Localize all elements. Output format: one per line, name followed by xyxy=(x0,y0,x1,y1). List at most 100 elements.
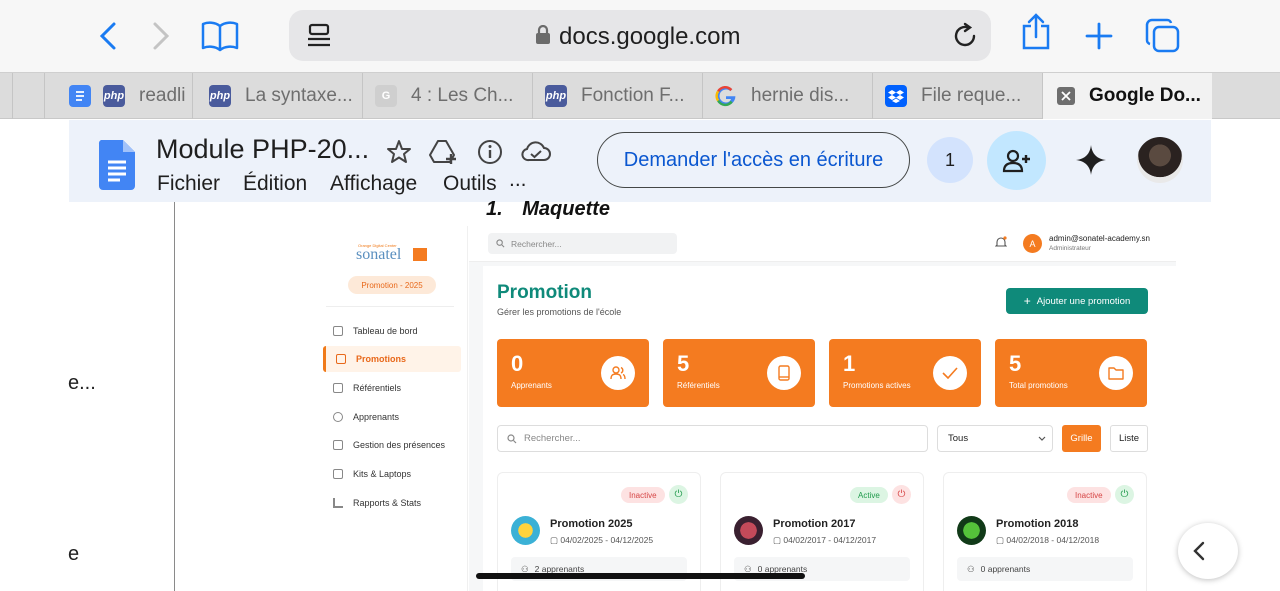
sidebar-item-referentiels[interactable]: Référentiels xyxy=(323,375,461,401)
search-placeholder: Rechercher... xyxy=(511,238,562,249)
tab-label: readli xyxy=(139,85,186,106)
promotion-dates: ▢ 04/02/2025 - 04/12/2025 xyxy=(550,535,653,546)
close-icon[interactable] xyxy=(1057,87,1075,105)
promotion-pill: Promotion - 2025 xyxy=(348,276,436,294)
new-tab-button[interactable] xyxy=(1081,18,1117,54)
promotion-logo xyxy=(511,516,540,545)
search-icon xyxy=(496,239,505,248)
power-icon[interactable]: ⏻ xyxy=(669,485,688,504)
request-edit-access-button[interactable]: Demander l'accès en écriture xyxy=(597,132,910,188)
docs-header: Module PHP-20... Fichier Édition Afficha… xyxy=(69,120,1211,202)
bell-icon[interactable] xyxy=(994,236,1008,254)
sidebar-item-kits[interactable]: Kits & Laptops xyxy=(323,461,461,487)
promotion-dates: ▢ 04/02/2017 - 04/12/2017 xyxy=(773,535,876,546)
collapse-button[interactable] xyxy=(1178,523,1238,579)
top-search-input[interactable]: Rechercher... xyxy=(488,233,677,254)
doc-title[interactable]: Module PHP-20... xyxy=(156,134,369,165)
tab-edge xyxy=(12,73,44,119)
promotion-card[interactable]: Inactive ⏻ Promotion 2018 ▢ 04/02/2018 -… xyxy=(943,472,1147,591)
star-icon[interactable] xyxy=(386,139,412,170)
user-email: admin@sonatel-academy.sn xyxy=(1049,234,1150,243)
url-text: docs.google.com xyxy=(559,23,741,50)
tab-readme[interactable]: php readli xyxy=(44,73,192,119)
info-icon[interactable] xyxy=(477,139,503,170)
sidebar-item-apprenants[interactable]: Apprenants xyxy=(323,404,461,430)
forward-button[interactable] xyxy=(143,18,179,54)
tab-fonction[interactable]: php Fonction F... xyxy=(532,73,702,119)
grid-view-button[interactable]: Grille xyxy=(1062,425,1101,452)
reload-icon[interactable] xyxy=(951,22,979,55)
tab-chapitre[interactable]: G 4 : Les Ch... xyxy=(362,73,532,119)
back-button[interactable] xyxy=(90,18,126,54)
home-indicator[interactable] xyxy=(476,573,805,579)
tabs-overview-button[interactable] xyxy=(1145,18,1181,54)
filter-search-input[interactable]: Rechercher... xyxy=(497,425,928,452)
share-people-button[interactable] xyxy=(987,131,1046,190)
sidebar-item-rapports[interactable]: Rapports & Stats xyxy=(323,490,461,516)
status-filter-select[interactable]: Tous xyxy=(937,425,1053,452)
avatar[interactable] xyxy=(1137,137,1183,183)
menu-edit[interactable]: Édition xyxy=(243,172,307,196)
reader-icon[interactable] xyxy=(306,23,332,54)
power-icon[interactable]: ⏻ xyxy=(892,485,911,504)
google-icon xyxy=(715,85,737,107)
share-button[interactable] xyxy=(1018,13,1054,50)
stat-value: 0 xyxy=(511,351,524,376)
page-margin-line xyxy=(174,202,175,591)
viewer-count-badge[interactable]: 1 xyxy=(927,137,973,183)
cloud-status-icon[interactable] xyxy=(521,140,551,169)
tab-label: hernie dis... xyxy=(751,85,850,106)
stat-label: Promotions actives xyxy=(843,381,911,390)
menu-tools[interactable]: Outils xyxy=(443,172,497,196)
gemini-sparkle-icon[interactable] xyxy=(1075,144,1107,181)
address-bar[interactable]: docs.google.com xyxy=(289,10,991,61)
tab-google-docs[interactable]: Google Do... xyxy=(1042,73,1212,119)
move-to-drive-icon[interactable] xyxy=(429,138,459,171)
menu-more[interactable]: ... xyxy=(509,168,527,192)
folder-icon xyxy=(336,354,346,364)
tab-syntaxe[interactable]: php La syntaxe... xyxy=(192,73,362,119)
docs-logo-icon[interactable] xyxy=(97,140,137,195)
promotion-name: Promotion 2018 xyxy=(996,518,1079,530)
book-icon xyxy=(767,356,801,390)
filter-search-placeholder: Rechercher... xyxy=(524,433,581,444)
users-icon xyxy=(333,412,343,422)
promotion-name: Promotion 2017 xyxy=(773,518,856,530)
orange-square-icon xyxy=(413,248,427,261)
stat-label: Apprenants xyxy=(511,381,552,390)
chevron-down-icon xyxy=(1038,436,1046,441)
tab-label: La syntaxe... xyxy=(245,85,353,106)
stat-value: 1 xyxy=(843,351,856,376)
sidebar-item-label: Gestion des présences xyxy=(353,440,446,450)
list-view-button[interactable]: Liste xyxy=(1110,425,1148,452)
dropbox-icon xyxy=(885,85,907,107)
tab-label: 4 : Les Ch... xyxy=(411,85,514,106)
tab-dropbox[interactable]: File reque... xyxy=(872,73,1042,119)
users-icon: ⚇ xyxy=(967,563,975,574)
bookmarks-button[interactable] xyxy=(200,18,240,54)
power-icon[interactable]: ⏻ xyxy=(1115,485,1134,504)
tabs-icon xyxy=(1145,18,1180,53)
page-subtitle: Gérer les promotions de l'école xyxy=(497,307,622,317)
status-badge: Inactive xyxy=(621,487,665,503)
share-icon xyxy=(1022,13,1050,50)
tab-strip: php readli php La syntaxe... G 4 : Les C… xyxy=(0,72,1280,119)
sidebar-item-promotions[interactable]: Promotions xyxy=(323,346,461,372)
avatar[interactable]: A xyxy=(1023,234,1042,253)
calendar-icon: ▢ xyxy=(773,535,784,545)
status-badge: Active xyxy=(850,487,888,503)
mockup-image: Orange Digital Center sonatel Promotion … xyxy=(318,226,1176,591)
menu-view[interactable]: Affichage xyxy=(330,172,417,196)
plus-icon: + xyxy=(1023,294,1031,308)
add-promotion-button[interactable]: + Ajouter une promotion xyxy=(1006,288,1148,314)
add-button-label: Ajouter une promotion xyxy=(1036,295,1131,307)
menu-file[interactable]: Fichier xyxy=(157,172,220,196)
sidebar-item-dashboard[interactable]: Tableau de bord xyxy=(323,318,461,344)
tab-hernie[interactable]: hernie dis... xyxy=(702,73,872,119)
tab-label: File reque... xyxy=(921,85,1022,106)
sidebar-item-presences[interactable]: Gestion des présences xyxy=(323,432,461,458)
person-add-icon xyxy=(1002,149,1030,172)
brand-logo-text: sonatel xyxy=(356,246,402,263)
stat-label: Référentiels xyxy=(677,381,720,390)
stat-label: Total promotions xyxy=(1009,381,1068,390)
